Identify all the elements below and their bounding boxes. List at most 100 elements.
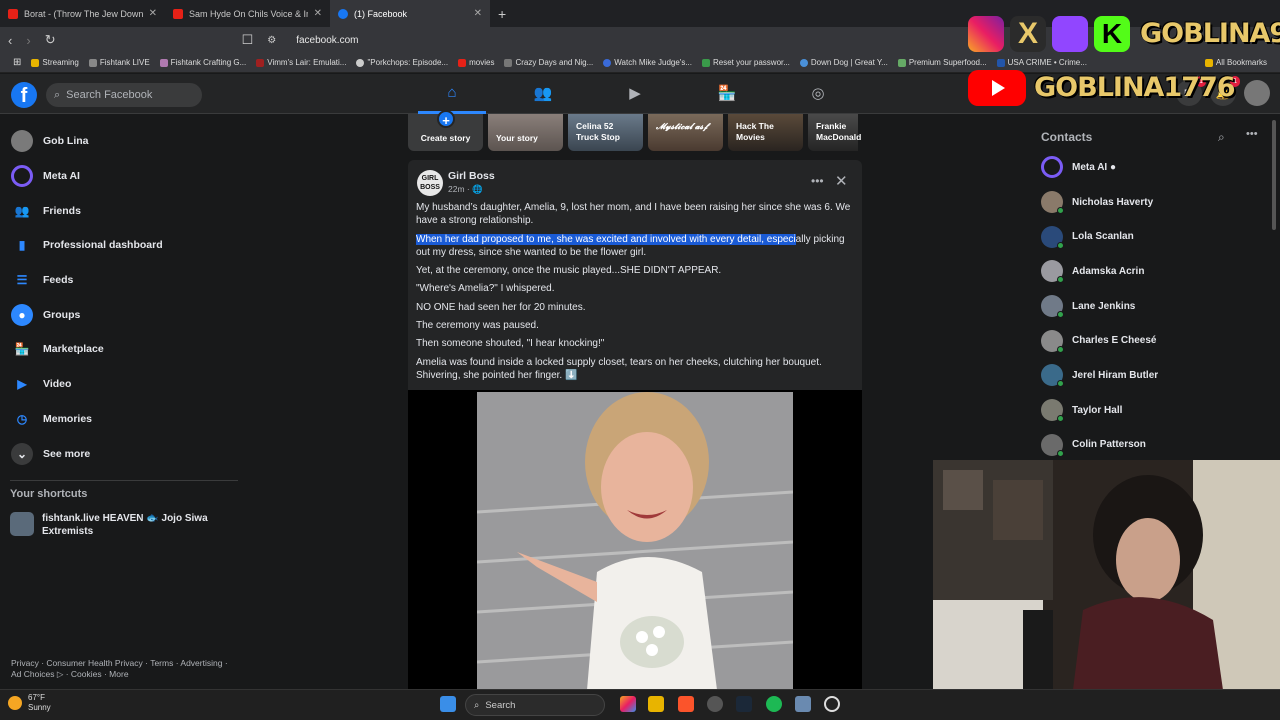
post-photo[interactable]	[477, 392, 793, 690]
close-tab-icon[interactable]: ✕	[314, 8, 322, 19]
friends-icon: 👥	[14, 203, 30, 218]
tab-label: Sam Hyde On Chils Voice & Impress	[189, 8, 308, 19]
file-explorer-icon[interactable]	[648, 696, 664, 712]
bookmark-item[interactable]: Reset your passwor...	[697, 58, 795, 67]
windows-start-icon[interactable]	[440, 696, 456, 712]
bookmark-icon[interactable]: ☐	[242, 32, 254, 48]
more-options-icon[interactable]: •••	[811, 174, 824, 188]
notepad-icon[interactable]	[795, 696, 811, 712]
contacts-options-icon[interactable]: •••	[1246, 128, 1258, 140]
footer-links[interactable]: Privacy · Consumer Health Privacy · Term…	[11, 658, 241, 669]
shortcut-item[interactable]: fishtank.live HEAVEN 🐟 Jojo Siwa Extremi…	[10, 512, 230, 538]
youtube-icon	[968, 70, 1026, 106]
contact-item[interactable]: Taylor Hall	[1041, 393, 1261, 428]
new-tab-button[interactable]: +	[490, 6, 514, 22]
story-item[interactable]: Hack The Movies	[728, 114, 803, 151]
stream-overlay: X K GOBLINA911 GOBLINA1776	[968, 14, 1280, 106]
tab-label: Borat - (Throw The Jew Down The W	[24, 8, 143, 19]
temperature: 67°F	[28, 693, 45, 702]
home-icon[interactable]: ⌂	[442, 84, 462, 104]
sidebar-item-meta-ai[interactable]: Meta AI	[0, 159, 240, 194]
search-contacts-icon[interactable]: ⌕	[1218, 130, 1225, 145]
story-item[interactable]: Frankie MacDonald	[808, 114, 861, 151]
apps-icon[interactable]: ⊞	[8, 57, 26, 68]
story-label: Your story	[496, 133, 538, 143]
contact-name: Meta AI ●	[1072, 161, 1117, 173]
contact-item[interactable]: Colin Patterson	[1041, 428, 1261, 463]
contact-item[interactable]: Charles E Cheesé	[1041, 323, 1261, 358]
sidebar-item-friends[interactable]: 👥 Friends	[0, 193, 240, 228]
contact-item[interactable]: Lane Jenkins	[1041, 289, 1261, 324]
sidebar-see-more[interactable]: ⌄ See more	[0, 436, 240, 471]
online-indicator	[1057, 276, 1064, 284]
reload-icon[interactable]: ↻	[45, 32, 56, 48]
browser-tab-1[interactable]: Borat - (Throw The Jew Down The W ✕	[0, 0, 165, 27]
sidebar-item-memories[interactable]: ◷ Memories	[0, 402, 240, 437]
weather-widget[interactable]: 67°F Sunny	[8, 693, 51, 713]
sidebar-item-label: Professional dashboard	[43, 239, 163, 252]
contact-item[interactable]: Nicholas Haverty	[1041, 185, 1261, 220]
taskbar-search[interactable]: ⌕ Search	[465, 694, 605, 716]
back-icon[interactable]: ‹	[8, 33, 12, 48]
sidebar-item-label: Feeds	[43, 274, 74, 287]
close-tab-icon[interactable]: ✕	[149, 8, 157, 19]
youtube-play-icon	[992, 80, 1005, 96]
steam-icon[interactable]	[736, 696, 752, 712]
copilot-icon[interactable]	[620, 696, 636, 712]
avatar	[1041, 399, 1064, 423]
marketplace-nav-icon[interactable]: 🏪	[717, 84, 737, 104]
post-media[interactable]	[408, 390, 862, 690]
friends-nav-icon[interactable]: 👥	[533, 84, 553, 104]
settings-icon[interactable]	[707, 696, 723, 712]
create-story[interactable]: + Create story	[408, 110, 483, 151]
sidebar-item-profile[interactable]: Gob Lina	[0, 124, 240, 159]
browser-tab-3[interactable]: (1) Facebook ✕	[330, 0, 490, 27]
contact-item[interactable]: Lola Scanlan	[1041, 219, 1261, 254]
bookmark-item[interactable]: Streaming	[26, 58, 83, 67]
bookmark-item[interactable]: Fishtank Crafting G...	[155, 58, 252, 67]
post-author-avatar[interactable]: GIRL BOSS	[417, 170, 443, 196]
story-item[interactable]: 𝓜𝔂𝓼𝓽𝓲𝓬𝓪𝓵 𝓪𝓼𝓯	[648, 114, 723, 151]
close-tab-icon[interactable]: ✕	[474, 8, 482, 19]
story-item[interactable]: Celina 52 Truck Stop	[568, 114, 643, 151]
facebook-logo-icon[interactable]: f	[11, 82, 37, 108]
story-your-story[interactable]: Your story	[488, 114, 563, 151]
site-info-icon[interactable]: ⚙	[267, 35, 276, 46]
sidebar-item-groups[interactable]: ● Groups	[0, 297, 240, 332]
page-scrollbar[interactable]	[1272, 120, 1276, 230]
bookmark-item[interactable]: movies	[453, 58, 499, 67]
sidebar-item-feeds[interactable]: ☰ Feeds	[0, 263, 240, 298]
bookmark-item[interactable]: Vimm's Lair: Emulati...	[251, 58, 351, 67]
sidebar-item-label: Meta AI	[43, 170, 80, 183]
bookmark-item[interactable]: Watch Mike Judge's...	[598, 58, 697, 67]
post-timestamp[interactable]: 22m · 🌐	[448, 184, 483, 195]
online-indicator	[1057, 207, 1064, 215]
browser-tab-2[interactable]: Sam Hyde On Chils Voice & Impress ✕	[165, 0, 330, 27]
brave-browser-icon[interactable]	[678, 696, 694, 712]
video-nav-icon[interactable]: ▶	[625, 84, 645, 104]
bookmark-item[interactable]: Fishtank LIVE	[84, 58, 155, 67]
contact-item[interactable]: Meta AI ●	[1041, 150, 1261, 185]
facebook-icon	[338, 8, 348, 19]
contacts-title: Contacts	[1041, 130, 1093, 144]
obs-icon[interactable]	[824, 696, 840, 712]
footer-links[interactable]: Ad Choices ▷ · Cookies · More	[11, 669, 241, 680]
close-icon[interactable]: ✕	[835, 172, 848, 190]
address-bar[interactable]: facebook.com	[296, 35, 358, 46]
contact-item[interactable]: Jerel Hiram Butler	[1041, 358, 1261, 393]
bookmark-item[interactable]: Crazy Days and Nig...	[499, 58, 598, 67]
spotify-icon[interactable]	[766, 696, 782, 712]
bookmark-item[interactable]: "Porkchops: Episode...	[351, 58, 453, 67]
sidebar-item-video[interactable]: ▶ Video	[0, 367, 240, 402]
sidebar-item-dashboard[interactable]: ▮ Professional dashboard	[0, 228, 240, 263]
bookmark-label: Vimm's Lair: Emulati...	[267, 58, 347, 67]
post-author-name[interactable]: Girl Boss	[448, 170, 495, 182]
groups-icon: ●	[11, 303, 33, 326]
search-input[interactable]: ⌕ Search Facebook	[46, 83, 202, 107]
weather-condition: Sunny	[28, 703, 51, 712]
sidebar-item-marketplace[interactable]: 🏪 Marketplace	[0, 332, 240, 367]
forward-icon[interactable]: ›	[26, 33, 30, 48]
contact-item[interactable]: Adamska Acrin	[1041, 254, 1261, 289]
bookmark-item[interactable]: Down Dog | Great Y...	[795, 58, 893, 67]
groups-nav-icon[interactable]: ◎	[808, 84, 828, 104]
